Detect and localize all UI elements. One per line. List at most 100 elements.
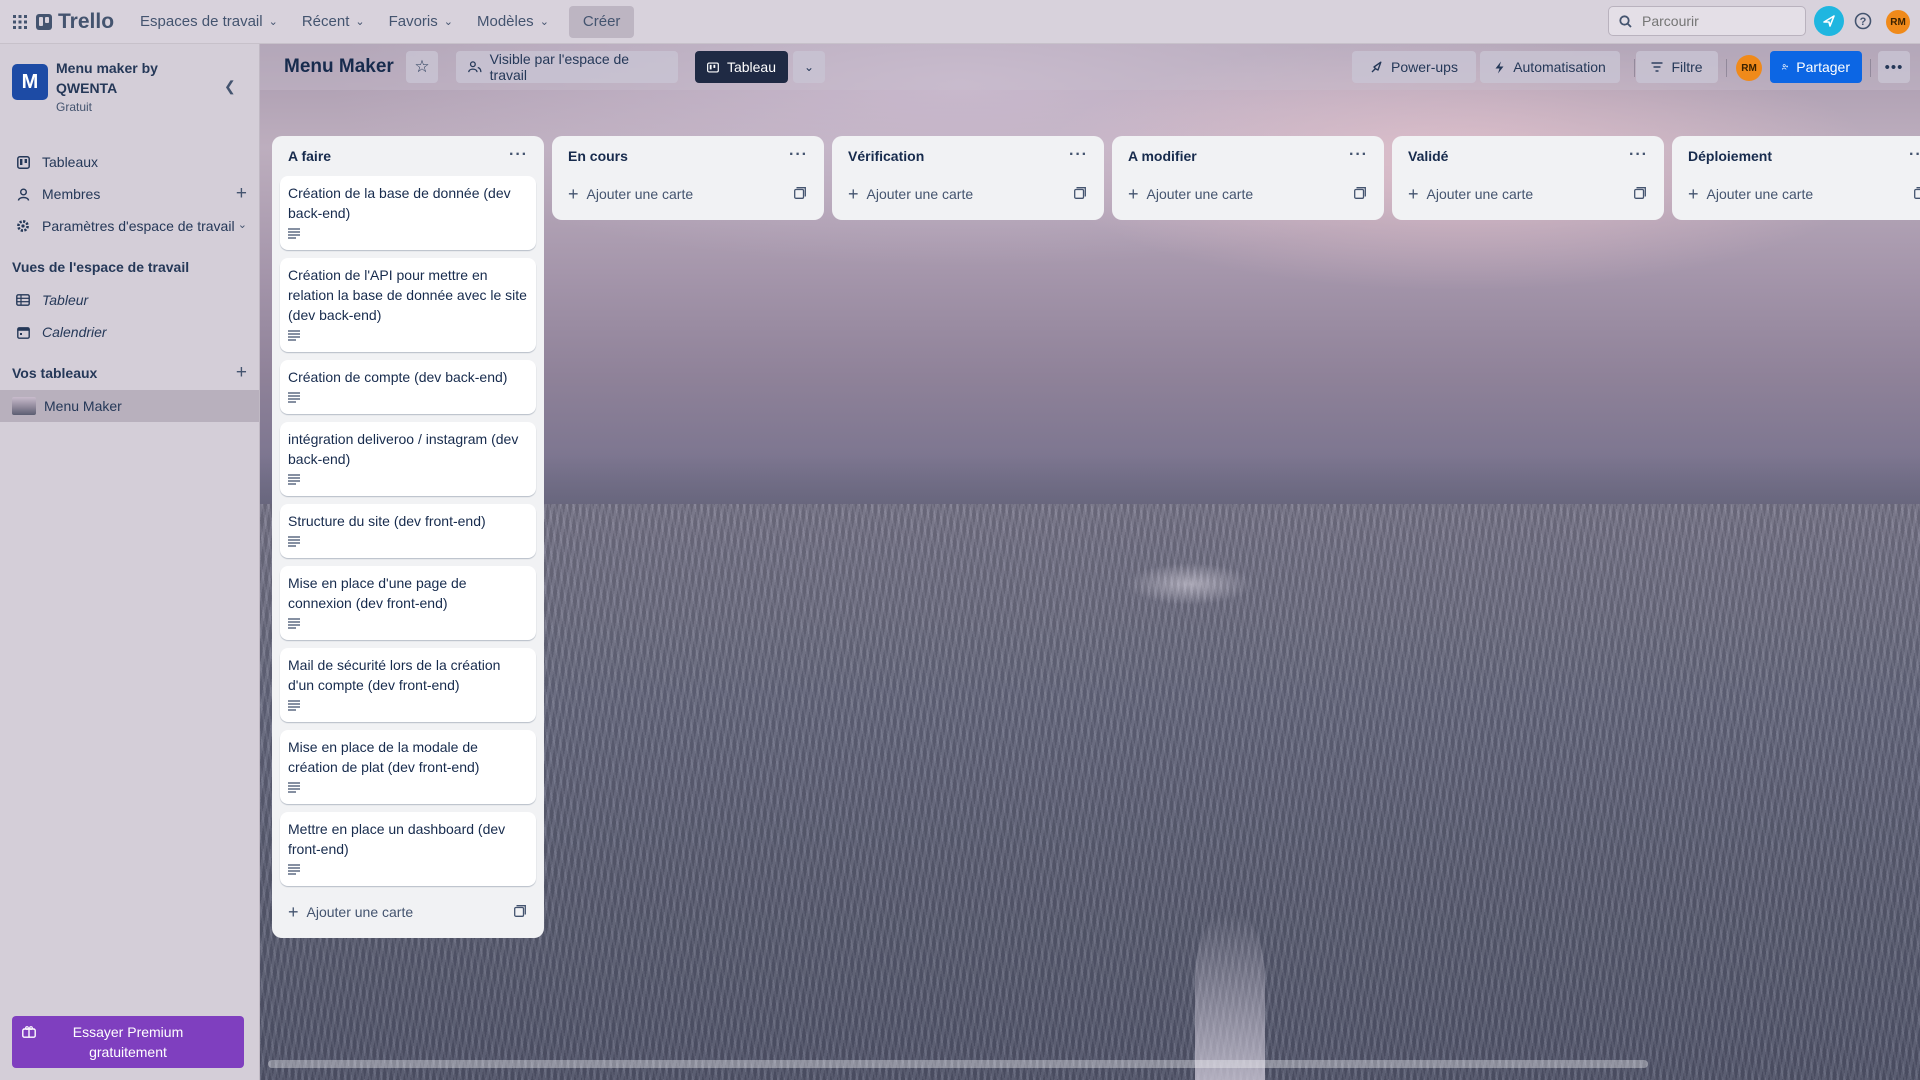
list-header[interactable]: A modifier ···: [1120, 136, 1376, 176]
filter-label: Filtre: [1671, 59, 1703, 75]
card[interactable]: Mise en place d'une page de connexion (d…: [280, 566, 536, 640]
power-ups-button[interactable]: Power-ups: [1352, 51, 1476, 83]
top-navigation-bar: Trello Espaces de travail ⌄ Récent ⌄ Favor…: [0, 0, 1920, 44]
list-menu-icon[interactable]: ···: [789, 146, 808, 164]
collapse-sidebar-icon[interactable]: ❮: [224, 78, 236, 95]
add-card-button[interactable]: + Ajouter une carte: [840, 176, 1096, 212]
list-menu-icon[interactable]: ···: [509, 146, 528, 164]
card-title: Création de compte (dev back-end): [288, 369, 508, 385]
card[interactable]: Création de l'API pour mettre en relatio…: [280, 258, 536, 352]
workspace-name[interactable]: Menu maker by QWENTA: [56, 58, 206, 98]
card-title: Mettre en place un dashboard (dev front-…: [288, 821, 506, 857]
add-member-icon[interactable]: +: [236, 184, 247, 203]
menu-workspaces[interactable]: Espaces de travail ⌄: [128, 6, 290, 38]
list-title[interactable]: A faire: [288, 148, 331, 164]
list-header[interactable]: Vérification ···: [840, 136, 1096, 176]
chevron-down-icon: ⌄: [539, 16, 549, 28]
list-menu-icon[interactable]: ···: [1909, 146, 1920, 164]
list-header[interactable]: Déploiement ···: [1680, 136, 1920, 176]
workspace-logo[interactable]: M: [12, 64, 48, 100]
list-menu-icon[interactable]: ···: [1629, 146, 1648, 164]
sidebar-item-table-view[interactable]: Tableur: [0, 284, 259, 316]
list-title[interactable]: A modifier: [1128, 148, 1197, 164]
card[interactable]: Mise en place de la modale de création d…: [280, 730, 536, 804]
card-template-icon[interactable]: [1634, 187, 1646, 199]
card[interactable]: Création de la base de donnée (dev back-…: [280, 176, 536, 250]
list-header[interactable]: En cours ···: [560, 136, 816, 176]
board-title[interactable]: Menu Maker: [284, 52, 394, 82]
add-card-label: Ajouter une carte: [866, 186, 974, 202]
member-avatar[interactable]: RM: [1736, 55, 1762, 81]
workspace-views-heading: Vues de l'espace de travail: [12, 259, 190, 275]
add-board-icon[interactable]: +: [236, 362, 247, 384]
description-icon: [288, 536, 300, 547]
list-title[interactable]: Déploiement: [1688, 148, 1772, 164]
filter-button[interactable]: Filtre: [1636, 51, 1718, 83]
card-template-icon[interactable]: [1074, 187, 1086, 199]
calendar-icon: [16, 325, 30, 339]
sidebar-board-menu-maker[interactable]: Menu Maker: [0, 390, 259, 422]
card[interactable]: Mail de sécurité lors de la création d'u…: [280, 648, 536, 722]
add-card-button[interactable]: + Ajouter une carte: [280, 894, 536, 930]
description-icon: [288, 864, 300, 875]
add-card-label: Ajouter une carte: [1706, 186, 1814, 202]
add-card-button[interactable]: + Ajouter une carte: [1400, 176, 1656, 212]
sidebar-item-workspace-settings[interactable]: Paramètres d'espace de travail ⌄: [0, 210, 259, 242]
list-title[interactable]: Vérification: [848, 148, 924, 164]
search-input[interactable]: [1640, 12, 1794, 30]
card-template-icon[interactable]: [794, 187, 806, 199]
star-board-button[interactable]: ☆: [406, 51, 438, 83]
switch-view-button[interactable]: ⌄: [793, 51, 825, 83]
try-premium-button[interactable]: Essayer Premium gratuitement: [12, 1016, 244, 1068]
card[interactable]: Structure du site (dev front-end): [280, 504, 536, 558]
automation-button[interactable]: Automatisation: [1480, 51, 1620, 83]
menu-recent[interactable]: Récent ⌄: [290, 6, 377, 38]
add-card-button[interactable]: + Ajouter une carte: [1680, 176, 1920, 212]
menu-label: Modèles: [476, 13, 534, 30]
share-button[interactable]: Partager: [1770, 51, 1862, 83]
help-icon[interactable]: ?: [1852, 10, 1874, 32]
card[interactable]: Création de compte (dev back-end): [280, 360, 536, 414]
list-title[interactable]: En cours: [568, 148, 628, 164]
board-view-button[interactable]: Tableau: [695, 51, 788, 83]
card[interactable]: Mettre en place un dashboard (dev front-…: [280, 812, 536, 886]
people-icon: [468, 61, 482, 73]
more-icon: •••: [1884, 58, 1904, 76]
list-header[interactable]: A faire ···: [280, 136, 536, 176]
add-card-button[interactable]: + Ajouter une carte: [1120, 176, 1376, 212]
create-button[interactable]: Créer: [568, 5, 635, 38]
list-menu-icon[interactable]: ···: [1349, 146, 1368, 164]
card[interactable]: intégration deliveroo / instagram (dev b…: [280, 422, 536, 496]
list-title[interactable]: Validé: [1408, 148, 1448, 164]
menu-templates[interactable]: Modèles ⌄: [465, 6, 561, 38]
menu-starred[interactable]: Favoris ⌄: [377, 6, 465, 38]
chevron-down-icon: ⌄: [355, 16, 365, 28]
add-card-button[interactable]: + Ajouter une carte: [560, 176, 816, 212]
card-template-icon[interactable]: [514, 905, 526, 917]
lightning-icon: [1495, 61, 1504, 73]
plus-icon: +: [848, 184, 859, 204]
description-icon: [288, 228, 300, 239]
list-menu-icon[interactable]: ···: [1069, 146, 1088, 164]
sidebar-item-calendar-view[interactable]: Calendrier: [0, 316, 259, 348]
automation-label: Automatisation: [1513, 59, 1606, 75]
app-switcher-icon[interactable]: [8, 10, 32, 34]
visibility-button[interactable]: Visible par l'espace de travail: [456, 51, 678, 83]
plus-icon: +: [1408, 184, 1419, 204]
card-template-icon[interactable]: [1914, 187, 1920, 199]
board-menu-button[interactable]: •••: [1878, 51, 1910, 83]
card-template-icon[interactable]: [1354, 187, 1366, 199]
horizontal-scrollbar[interactable]: [268, 1060, 1648, 1068]
sidebar-item-boards[interactable]: Tableaux: [0, 146, 259, 178]
search-field[interactable]: [1608, 6, 1806, 36]
notifications-icon[interactable]: [1814, 6, 1844, 36]
list-header[interactable]: Validé ···: [1400, 136, 1656, 176]
power-ups-label: Power-ups: [1391, 59, 1458, 75]
menu-label: Récent: [301, 13, 350, 30]
trello-logo[interactable]: Trello: [36, 10, 114, 34]
user-avatar[interactable]: RM: [1886, 10, 1910, 34]
description-icon: [288, 618, 300, 629]
sidebar-item-members[interactable]: Membres +: [0, 178, 259, 210]
chevron-down-icon: ⌄: [803, 60, 815, 74]
rocket-icon: [1371, 61, 1382, 72]
